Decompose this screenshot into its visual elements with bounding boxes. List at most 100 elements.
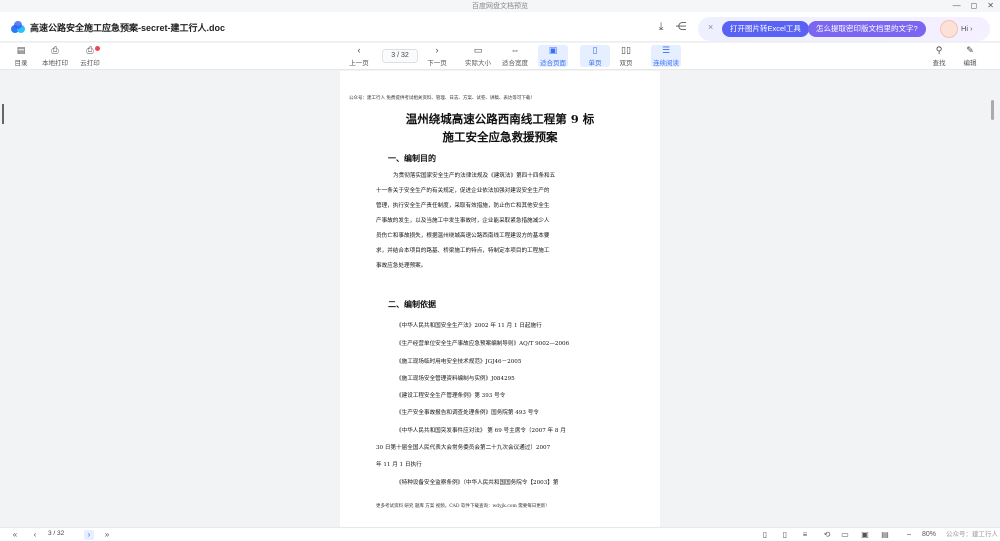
fit-page-status-icon[interactable]: ▣ [860, 530, 870, 540]
notification-dot [95, 46, 100, 51]
actual-size-status-icon[interactable]: ▤ [880, 530, 890, 540]
local-print-label: 本地打印 [42, 60, 68, 67]
search-label: 查找 [932, 60, 946, 67]
reference-item: 《特种设备安全监察条例》（中华人民共和国国务院令【2003】第 [396, 480, 559, 486]
assistant-avatar[interactable] [940, 20, 958, 38]
double-page-icon: ▯▯ [621, 45, 631, 55]
window-title: 百度网盘文档预览 [472, 3, 528, 10]
page-indicator[interactable]: 3 / 32 [382, 49, 418, 63]
page-footer-note: 更多考试资料 研究 题库 方案 视频，CAD 软件下载查询：wdyjk.com … [376, 504, 548, 509]
close-window-button[interactable]: ✕ [987, 0, 994, 12]
download-icon[interactable]: ⤓ [654, 20, 668, 34]
single-page-button[interactable]: ▯ 单页 [580, 45, 610, 67]
cloud-print-label: 云打印 [80, 60, 100, 67]
baidu-netdisk-logo-icon [11, 21, 25, 33]
watermark-text: 公众号：建工行人 [946, 531, 998, 538]
double-view-icon[interactable]: ▯ [780, 530, 790, 540]
single-page-icon: ▯ [592, 45, 598, 55]
search-icon: ⚲ [935, 45, 943, 55]
continuous-read-label: 连续阅读 [653, 60, 679, 67]
last-page-icon[interactable]: » [102, 530, 112, 540]
fit-page-icon: ▣ [548, 45, 558, 55]
promo-close-icon[interactable]: × [708, 22, 713, 32]
paragraph-purpose: 为贯彻落实国家安全生产的法律法规及《建筑法》第四十四条和五 十一条关于安全生产的… [376, 169, 626, 274]
sidebar-handle[interactable] [2, 104, 4, 124]
fit-width-status-icon[interactable]: ▭ [840, 530, 850, 540]
window-title-bar: 百度网盘文档预览 — ◻ ✕ [0, 0, 1000, 12]
reference-item: 《中华人民共和国安全生产法》2002 年 11 月 1 日起施行 [396, 323, 542, 329]
double-page-button[interactable]: ▯▯ 双页 [611, 45, 641, 67]
reference-item: 《生产安全事故报告和调查处理条例》国务院第 493 号令 [396, 410, 539, 416]
viewer-toolbar: ▤ 目录 ⎙ 本地打印 ⎙ 云打印 ‹ 上一页 3 / 32 › 下一页 ▭ 实… [0, 43, 1000, 70]
document-title: 高速公路安全施工应急预案-secret-建工行人.doc [30, 23, 226, 33]
next-page-label: 下一页 [427, 60, 447, 67]
first-page-icon[interactable]: « [10, 530, 20, 540]
catalog-button[interactable]: ▤ 目录 [6, 45, 36, 67]
para-line: 十一条关于安全生产的有关规定，促进企业依法加强对建设安全生产的 [376, 188, 550, 194]
printer-icon: ⎙ [51, 45, 59, 55]
extract-text-button[interactable]: 怎么提取密印版文档里的文字? [808, 21, 926, 37]
reference-item: 年 11 月 1 日执行 [376, 462, 422, 468]
edit-label: 编辑 [963, 60, 977, 67]
continuous-read-icon: ☰ [661, 45, 671, 55]
arrow-right-circle-icon: › [435, 45, 439, 55]
fit-page-label: 适合页面 [540, 60, 566, 67]
image-to-excel-button[interactable]: 打开图片转Excel工具 [722, 21, 809, 37]
prev-page-button[interactable]: ‹ 上一页 [344, 45, 374, 67]
actual-size-icon: ▭ [473, 45, 483, 55]
arrow-left-circle-icon: ‹ [357, 45, 361, 55]
zoom-level[interactable]: 80% [922, 530, 936, 540]
prev-page-label: 上一页 [349, 60, 369, 67]
cloud-printer-icon: ⎙ [86, 45, 94, 55]
document-page: 公众号：建工行人 免费提供考试相关资料、管理、日志、方案、试卷、讲稿、表达等可下… [340, 71, 660, 527]
actual-size-label: 实际大小 [465, 60, 491, 67]
para-line: 事故应急处理预案。 [376, 263, 427, 269]
catalog-label: 目录 [14, 60, 28, 67]
reference-item: 《施工现场安全管理资料编制与实例》J084295 [396, 376, 515, 382]
doc-title-line2: 施工安全应急救援预案 [442, 130, 558, 144]
catalog-icon: ▤ [16, 45, 26, 55]
minimize-button[interactable]: — [953, 0, 961, 12]
fit-width-icon: ⇔ [510, 45, 520, 55]
pencil-icon: ✎ [966, 45, 974, 55]
reference-item: 《建设工程安全生产管理条例》第 393 号令 [396, 393, 506, 399]
bottom-status-bar: « ‹ 3 / 32 › » ▯ ▯ ≡ ⟲ ▭ ▣ ▤ − 80% 公众号：建… [0, 527, 1000, 541]
reference-item: 《生产经营单位安全生产事故应急预案编制导则》AQ/T 9002—2006 [396, 341, 570, 347]
fit-width-label: 适合宽度 [502, 60, 528, 67]
single-page-label: 单页 [588, 60, 602, 67]
reference-item: 30 日第十届全国人民代表大会常务委员会第二十九次会议通过）2007 [376, 445, 551, 451]
single-view-icon[interactable]: ▯ [760, 530, 770, 540]
para-line: 为贯彻落实国家安全生产的法律法规及《建筑法》第四十四条和五 [393, 173, 556, 179]
actual-size-button[interactable]: ▭ 实际大小 [463, 45, 493, 67]
local-print-button[interactable]: ⎙ 本地打印 [40, 45, 70, 67]
doc-title-line1: 温州绕城高速公路西南线工程第 9 标 [405, 112, 595, 126]
zoom-out-icon[interactable]: − [904, 530, 914, 540]
section-heading-2: 二、编制依据 [388, 299, 436, 309]
para-line: 产事故的发生，以及当施工中发生事故时，企业能采取紧急措施减少人 [376, 218, 550, 224]
share-icon[interactable]: ⋲ [674, 20, 688, 34]
assistant-hi-label[interactable]: Hi › [961, 24, 973, 33]
edit-button[interactable]: ✎ 编辑 [955, 45, 985, 67]
fit-page-button[interactable]: ▣ 适合页面 [538, 45, 568, 67]
search-button[interactable]: ⚲ 查找 [924, 45, 954, 67]
continuous-read-button[interactable]: ☰ 连续阅读 [651, 45, 681, 67]
fit-width-button[interactable]: ⇔ 适合宽度 [500, 45, 530, 67]
scroll-view-icon[interactable]: ≡ [800, 530, 810, 540]
section-heading-1: 一、编制目的 [388, 153, 436, 163]
reference-item: 《施工现场临时用电安全技术规范》JGJ46－2005 [396, 359, 522, 365]
para-line: 管理，执行安全生产责任制度，采取有效措施，防止伤亡和其他安全生 [376, 203, 550, 209]
next-page-icon[interactable]: › [84, 530, 94, 540]
cloud-print-button[interactable]: ⎙ 云打印 [75, 45, 105, 67]
para-line: 求，并结合本项目的路基、桥梁施工的特点，特制定本项目的工程施工 [376, 248, 550, 254]
maximize-button[interactable]: ◻ [971, 0, 978, 12]
next-page-button[interactable]: › 下一页 [422, 45, 452, 67]
page-header-note: 公众号：建工行人 免费提供考试相关资料、管理、日志、方案、试卷、讲稿、表达等可下… [349, 96, 533, 101]
prev-page-icon[interactable]: ‹ [30, 530, 40, 540]
double-page-label: 双页 [619, 60, 633, 67]
status-page-indicator[interactable]: 3 / 32 [48, 530, 64, 537]
document-header: 高速公路安全施工应急预案-secret-建工行人.doc ⤓ ⋲ × 打开图片转… [0, 12, 1000, 42]
vertical-scrollbar-thumb[interactable] [991, 100, 994, 120]
rotate-icon[interactable]: ⟲ [822, 530, 832, 540]
reference-item: 《中华人民共和国突发事件应对法》 第 69 号主席令（2007 年 8 月 [396, 428, 566, 434]
para-line: 员伤亡和事故损失，根据温州绕城高速公路西南线工程建设方的基本要 [376, 233, 550, 239]
